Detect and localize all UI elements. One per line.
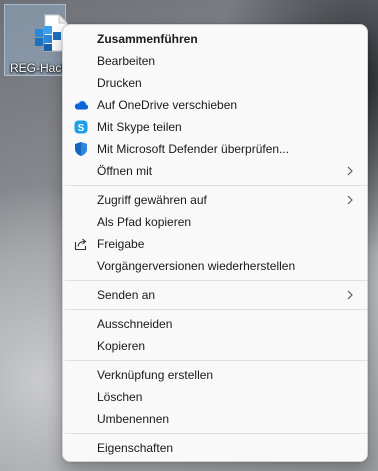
context-menu: Zusammenführen Bearbeiten Drucken Auf On… xyxy=(62,24,368,462)
menu-item-umbenennen[interactable]: Umbenennen xyxy=(63,408,367,430)
menu-item-defender[interactable]: Mit Microsoft Defender überprüfen... xyxy=(63,138,367,160)
menu-item-label: Vorgängerversionen wiederherstellen xyxy=(97,259,296,273)
menu-item-label: Mit Microsoft Defender überprüfen... xyxy=(97,142,290,156)
menu-item-label: Kopieren xyxy=(97,339,146,353)
onedrive-cloud-icon xyxy=(74,100,89,110)
menu-item-label: Umbenennen xyxy=(97,412,170,426)
menu-item-label: Freigabe xyxy=(97,237,145,251)
menu-item-label: Eigenschaften xyxy=(97,441,174,455)
menu-item-onedrive[interactable]: Auf OneDrive verschieben xyxy=(63,94,367,116)
menu-item-label: Öffnen mit xyxy=(97,164,153,178)
menu-item-label: Ausschneiden xyxy=(97,317,173,331)
chevron-right-icon xyxy=(347,290,353,300)
menu-separator xyxy=(65,309,367,310)
menu-separator xyxy=(65,185,367,186)
menu-item-label: Als Pfad kopieren xyxy=(97,215,192,229)
menu-item-senden-an[interactable]: Senden an xyxy=(63,284,367,306)
menu-item-label: Senden an xyxy=(97,288,156,302)
svg-text:S: S xyxy=(78,123,85,134)
menu-item-eigenschaften[interactable]: Eigenschaften xyxy=(63,437,367,459)
menu-item-label: Bearbeiten xyxy=(97,54,156,68)
menu-item-label: Auf OneDrive verschieben xyxy=(97,98,238,112)
menu-separator xyxy=(65,360,367,361)
menu-item-bearbeiten[interactable]: Bearbeiten xyxy=(63,50,367,72)
desktop-file-reg-hacks[interactable]: REG-Hacks xyxy=(4,4,72,76)
menu-item-skype[interactable]: S Mit Skype teilen xyxy=(63,116,367,138)
menu-item-label: Zusammenführen xyxy=(97,32,198,46)
menu-item-label: Zugriff gewähren auf xyxy=(97,193,207,207)
skype-icon: S xyxy=(74,120,88,134)
menu-separator xyxy=(65,433,367,434)
menu-item-zusammenfuehren[interactable]: Zusammenführen xyxy=(63,28,367,50)
menu-item-oeffnen-mit[interactable]: Öffnen mit xyxy=(63,160,367,182)
menu-item-label: Drucken xyxy=(97,76,142,90)
menu-item-als-pfad-kopieren[interactable]: Als Pfad kopieren xyxy=(63,211,367,233)
menu-item-label: Löschen xyxy=(97,390,143,404)
defender-shield-icon xyxy=(75,142,87,156)
menu-separator xyxy=(65,280,367,281)
share-icon xyxy=(74,238,87,251)
chevron-right-icon xyxy=(347,195,353,205)
menu-item-kopieren[interactable]: Kopieren xyxy=(63,335,367,357)
menu-item-freigabe[interactable]: Freigabe xyxy=(63,233,367,255)
menu-item-label: Mit Skype teilen xyxy=(97,120,182,134)
menu-item-zugriff-gewaehren[interactable]: Zugriff gewähren auf xyxy=(63,189,367,211)
menu-item-label: Verknüpfung erstellen xyxy=(97,368,214,382)
menu-item-verknuepfung-erstellen[interactable]: Verknüpfung erstellen xyxy=(63,364,367,386)
menu-item-drucken[interactable]: Drucken xyxy=(63,72,367,94)
chevron-right-icon xyxy=(347,166,353,176)
menu-item-ausschneiden[interactable]: Ausschneiden xyxy=(63,313,367,335)
menu-item-vorgaengerversionen[interactable]: Vorgängerversionen wiederherstellen xyxy=(63,255,367,277)
menu-item-loeschen[interactable]: Löschen xyxy=(63,386,367,408)
